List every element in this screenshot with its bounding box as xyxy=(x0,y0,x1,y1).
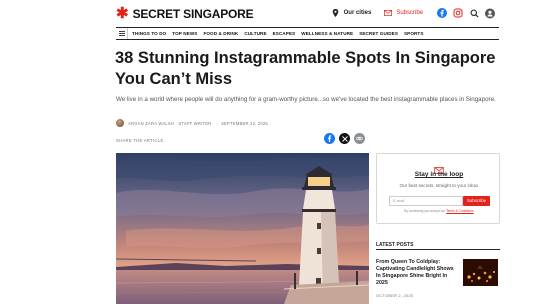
search-icon[interactable] xyxy=(469,8,479,18)
article-subtitle: We live in a world where people will do … xyxy=(116,96,496,103)
menu-icon[interactable] xyxy=(116,28,128,39)
article-title: 38 Stunning Instagrammable Spots In Sing… xyxy=(115,49,496,88)
publish-date: SEPTEMBER 22, 2025 xyxy=(221,120,268,126)
nav-item-escapes[interactable]: ESCAPES xyxy=(273,31,296,36)
newsletter-fine-print: By continuing you accept our Terms & Con… xyxy=(389,209,489,214)
nav-item-top-news[interactable]: TOP NEWS xyxy=(172,31,197,36)
latest-posts-heading: LATEST POSTS xyxy=(376,242,414,248)
nav-item-sports[interactable]: SPORTS xyxy=(404,31,424,36)
latest-post-title[interactable]: From Queen To Coldplay: Captivating Cand… xyxy=(376,259,458,287)
x-share-icon[interactable] xyxy=(339,133,350,144)
fine-print-text: By continuing you accept our xyxy=(404,209,446,213)
facebook-icon[interactable] xyxy=(437,8,447,18)
author-name[interactable]: ARGAN ZARA WALSH · STAFF WRITER xyxy=(128,121,211,126)
share-label: SHARE THE ARTICLE xyxy=(116,138,164,143)
newsletter-subtitle: Our best secrets, straight to your inbox xyxy=(399,183,479,188)
newsletter-title: Stay in the loop xyxy=(414,171,464,178)
nav-item-food-drink[interactable]: FOOD & DRINK xyxy=(203,31,238,36)
subscribe-label: Subscribe xyxy=(396,10,423,16)
asterisk-icon: ✱ xyxy=(116,5,129,22)
nav-item-things-to-do[interactable]: THINGS TO DO xyxy=(132,31,166,36)
nav-item-secret-guides[interactable]: SECRET GUIDES xyxy=(359,31,398,36)
top-bar: ✱ SECRET SINGAPORE Our cities Subscribe xyxy=(0,0,555,27)
latest-post-thumbnail[interactable] xyxy=(463,259,498,286)
share-buttons xyxy=(324,133,365,144)
facebook-share-icon[interactable] xyxy=(324,133,335,144)
instagram-icon[interactable] xyxy=(453,8,463,18)
logo-text: SECRET SINGAPORE xyxy=(132,7,254,21)
hero-image-lighthouse xyxy=(116,153,369,304)
nav-item-wellness-nature[interactable]: WELLNESS & NATURE xyxy=(301,31,353,36)
author-avatar xyxy=(116,119,124,127)
mail-icon xyxy=(383,8,393,18)
main-nav: THINGS TO DO TOP NEWS FOOD & DRINK CULTU… xyxy=(116,27,499,40)
divider xyxy=(376,249,500,250)
our-cities-link[interactable]: Our cities xyxy=(331,8,372,18)
location-pin-icon xyxy=(331,8,341,18)
site-logo[interactable]: ✱ SECRET SINGAPORE xyxy=(116,5,254,22)
latest-post-date: OCTOBER 2, 2025 xyxy=(376,293,414,298)
nav-item-culture[interactable]: CULTURE xyxy=(244,31,266,36)
our-cities-label: Our cities xyxy=(343,10,372,16)
newsletter-subscribe-button[interactable]: Subscribe xyxy=(463,196,490,206)
subscribe-link[interactable]: Subscribe xyxy=(383,8,423,18)
header-actions: Our cities Subscribe xyxy=(331,8,495,18)
byline-separator: · xyxy=(215,120,218,126)
newsletter-box: Stay in the loop Our best secrets, strai… xyxy=(376,153,500,224)
user-icon[interactable] xyxy=(485,8,495,18)
byline: ARGAN ZARA WALSH · STAFF WRITER · SEPTEM… xyxy=(116,119,268,127)
link-share-icon[interactable] xyxy=(354,133,365,144)
terms-link[interactable]: Terms & Conditions xyxy=(446,209,474,213)
email-field[interactable]: E-mail xyxy=(389,196,463,206)
